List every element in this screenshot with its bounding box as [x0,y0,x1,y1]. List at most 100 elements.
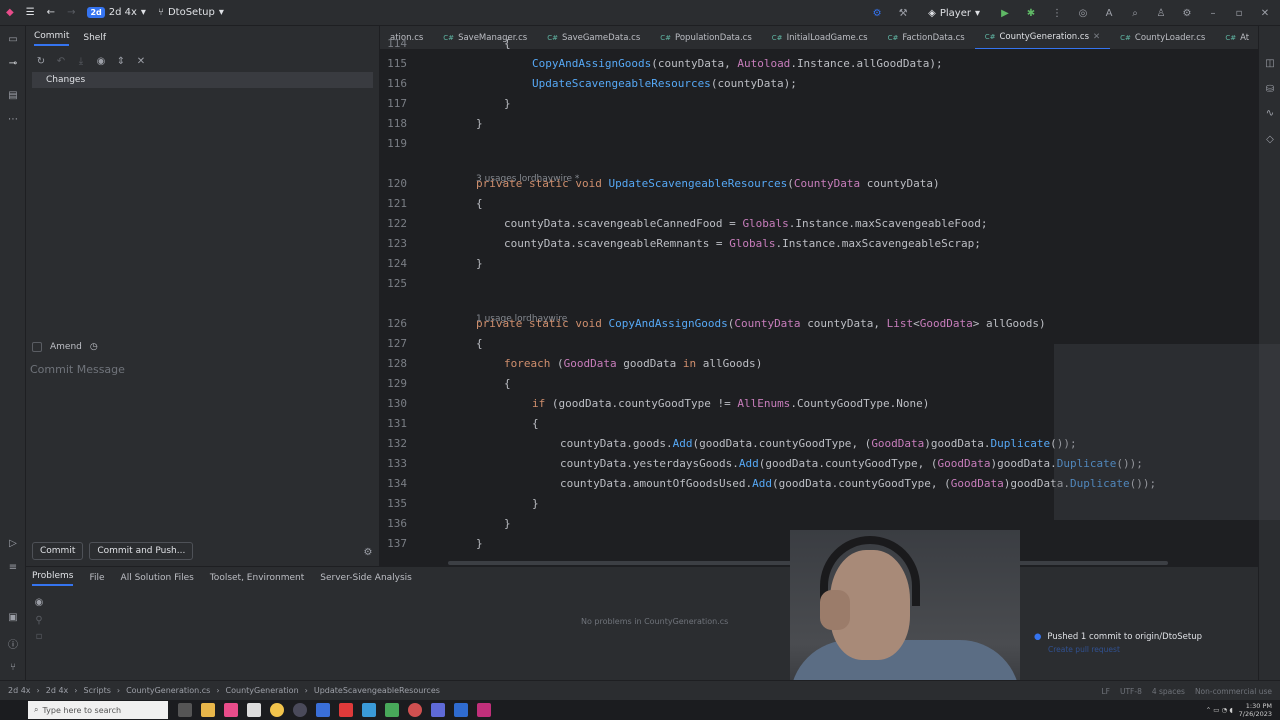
tab-toolset-environment[interactable]: Toolset, Environment [210,573,304,583]
pulse-icon[interactable]: ∿ [1263,106,1277,120]
add-user-icon[interactable]: ♙ [1154,6,1168,20]
services-icon[interactable]: ▷ [6,536,20,550]
code-line[interactable]: 117} [380,94,1258,114]
status-item[interactable]: LF [1101,687,1110,696]
word-icon[interactable] [454,703,468,717]
code-line[interactable]: 121 { [380,194,1258,214]
rider-icon[interactable] [224,703,238,717]
task-view-icon[interactable] [178,703,192,717]
todo-icon[interactable]: ≡ [6,560,20,574]
steam-icon[interactable] [408,703,422,717]
clock[interactable]: 1:30 PM 7/26/2023 [1239,702,1272,718]
code-line[interactable]: 120 private static void UpdateScavengeabl… [380,174,1258,194]
amend-checkbox[interactable] [32,342,42,352]
code-line[interactable]: 116 UpdateScavengeableResources(countyDat… [380,74,1258,94]
code-line[interactable]: 126 private static void CopyAndAssignGood… [380,314,1258,334]
code-line[interactable]: 118} [380,114,1258,134]
vscode-icon[interactable] [362,703,376,717]
code-line[interactable]: 122 countyData.scavengeableCannedFood = G… [380,214,1258,234]
code-line[interactable]: 115 CopyAndAssignGoods(countyData, Autolo… [380,54,1258,74]
branch-selector[interactable]: ⑂ DtoSetup ▾ [152,7,230,18]
status-item[interactable]: Non-commercial use [1195,687,1272,696]
run-config-selector[interactable]: ◈ Player ▾ [922,8,986,19]
file-explorer-icon[interactable] [201,703,215,717]
expand-all-icon[interactable]: ⇕ [114,54,128,68]
clock-date: 7/26/2023 [1238,710,1272,718]
more-icon[interactable]: ⋮ [1050,6,1064,20]
breadcrumb-item[interactable]: 2d 4x [8,686,31,695]
breadcrumb-item[interactable]: CountyGeneration [226,686,299,695]
tab-commit[interactable]: Commit [34,31,70,46]
eye-icon[interactable]: ◉ [94,54,108,68]
commit-message-field[interactable]: Commit Message [30,363,125,376]
run-icon[interactable]: ▶ [998,6,1012,20]
download-icon[interactable]: ⤓ [74,54,88,68]
photos-icon[interactable] [385,703,399,717]
tab-file[interactable]: File [89,573,104,583]
code-line[interactable]: 124} [380,254,1258,274]
translate-icon[interactable]: A [1102,6,1116,20]
tab-all-solution-files[interactable]: All Solution Files [121,573,194,583]
problems-icon[interactable]: ⓘ [6,636,20,651]
debug-icon[interactable]: ✱ [1024,6,1038,20]
obs-icon[interactable] [293,703,307,717]
search-icon[interactable]: ⌕ [1128,6,1142,20]
tray-icons[interactable]: ⌃ ▭ ◔ ◖ [1206,706,1233,714]
youtube-icon[interactable] [339,703,353,717]
folder-icon[interactable]: ▭ [6,32,20,46]
status-item[interactable]: 4 spaces [1152,687,1185,696]
project-selector[interactable]: 2d 2d 4x ▾ [81,7,152,18]
terminal-app-icon[interactable] [316,703,330,717]
teams-icon[interactable] [431,703,445,717]
unity-explorer-icon[interactable]: ◇ [1263,132,1277,146]
close-icon[interactable]: ✕ [1258,6,1272,20]
notifications-icon[interactable]: ◫ [1263,56,1277,70]
push-notification[interactable]: ● Pushed 1 commit to origin/DtoSetup Cre… [1034,632,1256,662]
breadcrumb-item[interactable]: 2d 4x [46,686,69,695]
changes-node[interactable]: Changes [32,72,373,88]
gear-icon[interactable]: ⚙ [361,545,375,559]
structure-icon[interactable]: ▤ [6,88,20,102]
breadcrumb-item[interactable]: Scripts [84,686,111,695]
status-item[interactable]: UTF-8 [1120,687,1142,696]
collapse-all-icon[interactable]: ✕ [134,54,148,68]
minimize-icon[interactable]: – [1206,6,1220,20]
breadcrumb-item[interactable]: CountyGeneration.cs [126,686,210,695]
rollback-icon[interactable]: ↶ [54,54,68,68]
unity-icon[interactable]: ⚙ [870,6,884,20]
eye-icon[interactable]: ◉ [32,595,46,609]
create-pull-request-link[interactable]: Create pull request [1034,645,1256,654]
chrome-icon[interactable] [270,703,284,717]
database-icon[interactable]: ⛁ [1263,82,1277,96]
code-line[interactable]: 114 { [380,34,1258,54]
pin-icon[interactable]: ⚲ [32,613,46,627]
restore-icon[interactable]: ▫ [1232,6,1246,20]
tab-problems[interactable]: Problems [32,571,74,586]
more-tools-icon[interactable]: ⋯ [6,112,20,126]
settings-gear-icon[interactable]: ⚙ [1180,6,1194,20]
code-line[interactable]: 119 [380,134,1258,154]
git-icon[interactable]: ⑂ [6,660,20,674]
code-with-me-icon[interactable]: ◎ [1076,6,1090,20]
amend-option[interactable]: Amend ◷ [32,342,98,352]
forward-arrow-icon[interactable]: → [61,7,81,18]
code-line[interactable]: 125 [380,274,1258,294]
commit-and-push-button[interactable]: Commit and Push... [89,542,194,560]
terminal-icon[interactable]: ▣ [6,610,20,624]
tab-shelf[interactable]: Shelf [83,33,106,43]
unity-hub-icon[interactable] [247,703,261,717]
back-arrow-icon[interactable]: ← [41,7,61,18]
tab-server-side-analysis[interactable]: Server-Side Analysis [320,573,412,583]
history-icon[interactable]: ◷ [90,342,98,352]
refresh-icon[interactable]: ↻ [34,54,48,68]
breadcrumb-item[interactable]: UpdateScavengeableResources [314,686,440,695]
filter-icon[interactable]: ▫ [32,629,46,643]
rider-active-icon[interactable] [477,703,491,717]
code-line[interactable]: 123 countyData.scavengeableRemnants = Glo… [380,234,1258,254]
app-logo-icon[interactable]: ◆ [0,7,20,18]
commit-icon[interactable]: ⊸ [6,56,20,70]
commit-button[interactable]: Commit [32,542,84,560]
taskbar-search-box[interactable]: ⌕ Type here to search [28,701,168,719]
hammer-icon[interactable]: ⚒ [896,6,910,20]
main-menu-icon[interactable]: ☰ [20,7,41,18]
